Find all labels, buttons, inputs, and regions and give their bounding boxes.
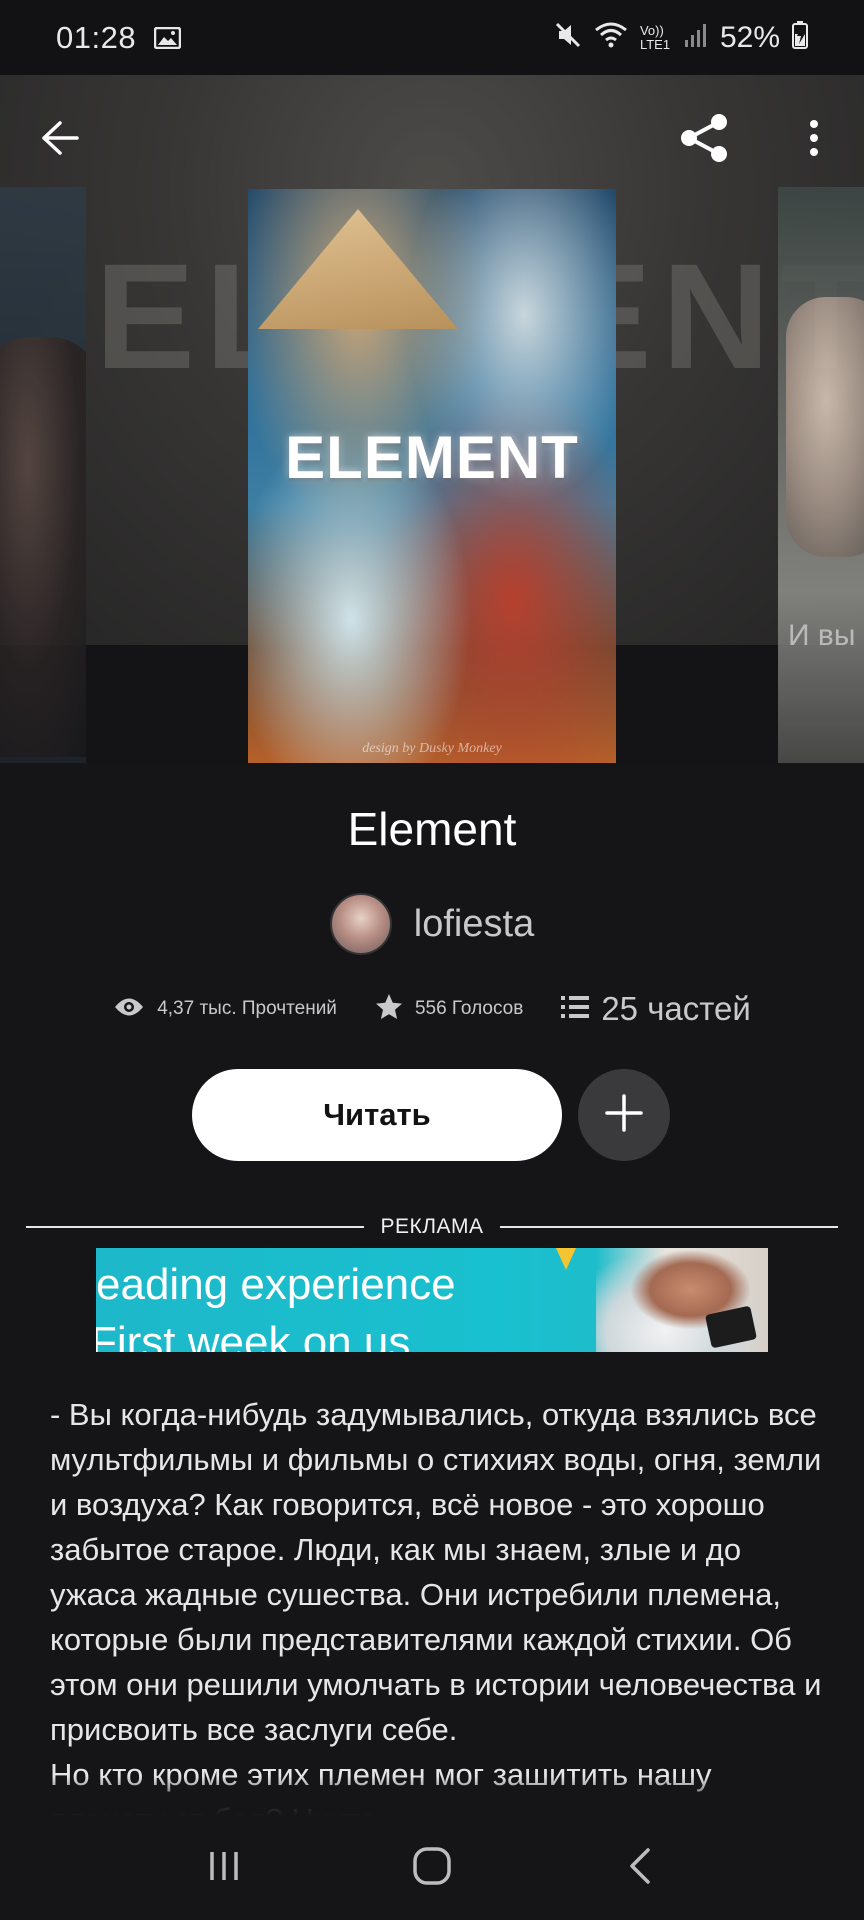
signal-icon — [684, 22, 708, 53]
share-icon — [677, 112, 731, 169]
share-button[interactable] — [674, 110, 734, 170]
story-description[interactable]: - Вы когда-нибудь задумывались, откуда в… — [50, 1392, 830, 1816]
description-fade — [50, 1776, 830, 1816]
parts-stat[interactable]: 25 частей — [561, 990, 751, 1028]
add-to-library-button[interactable] — [578, 1069, 670, 1161]
reads-stat: 4,37 тыс. Прочтений — [113, 996, 337, 1023]
eye-icon — [113, 996, 145, 1023]
parts-count[interactable]: 25 частей — [601, 990, 750, 1028]
recents-icon — [206, 1848, 242, 1889]
ad-banner[interactable]: eading experience First week on us. — [96, 1248, 768, 1352]
story-details-screen: 01:28 Vo)) LTE1 52% ELEMENT design by Du… — [0, 0, 864, 1920]
author-avatar[interactable] — [329, 893, 392, 955]
cover-title-text: ELEMENT — [285, 424, 579, 491]
ad-divider: РЕКЛАМА — [26, 1212, 839, 1242]
previous-story-cover[interactable] — [0, 187, 86, 763]
cover-credit-text: design by Dusky Monkey — [362, 741, 502, 756]
cover-carousel[interactable]: ELEMENT ELEMENT design by Dusky Monkey И… — [0, 75, 864, 763]
recents-button[interactable] — [184, 1828, 264, 1908]
votes-stat: 556 Голосов — [375, 993, 523, 1025]
cover-figure — [0, 337, 86, 757]
back-button[interactable] — [30, 110, 90, 170]
author-name[interactable]: lofiesta — [414, 903, 534, 946]
battery-percent: 52% — [719, 20, 780, 54]
description-paragraph: - Вы когда-нибудь задумывались, откуда в… — [50, 1397, 822, 1747]
wifi-icon — [594, 21, 628, 54]
ad-subline: First week on us. — [96, 1318, 423, 1352]
more-vertical-icon — [808, 118, 820, 163]
volte-lte-icon: Vo)) LTE1 — [639, 22, 671, 52]
story-stats: 4,37 тыс. Прочтений 556 Голосов 25 часте… — [0, 990, 864, 1028]
nav-back-button[interactable] — [600, 1828, 680, 1908]
battery-charging-icon — [792, 21, 808, 54]
divider-line — [26, 1226, 365, 1228]
status-time: 01:28 — [56, 19, 137, 55]
image-icon — [153, 26, 182, 49]
home-icon — [412, 1846, 452, 1891]
status-indicators: Vo)) LTE1 52% — [554, 21, 808, 55]
nav-back-icon — [626, 1846, 654, 1891]
more-options-button[interactable] — [784, 110, 844, 170]
mute-icon — [554, 21, 582, 54]
system-nav-bar — [0, 1816, 864, 1920]
ad-decoration — [556, 1248, 576, 1270]
cover-figure — [786, 297, 864, 557]
story-cover[interactable]: ELEMENT design by Dusky Monkey — [248, 189, 616, 763]
votes-count: 556 Голосов — [414, 998, 524, 1019]
home-button[interactable] — [392, 1828, 472, 1908]
next-story-cover[interactable]: И вы — [778, 187, 864, 763]
story-title: Element — [347, 803, 517, 855]
divider-line — [499, 1226, 839, 1228]
ad-label: РЕКЛАМА — [380, 1215, 484, 1238]
arrow-left-icon — [40, 120, 80, 161]
list-icon — [561, 995, 590, 1024]
cover-hat-shape — [258, 209, 458, 329]
next-cover-text: И вы — [788, 619, 856, 652]
reads-count: 4,37 тыс. Прочтений — [157, 998, 337, 1019]
star-icon — [375, 993, 403, 1025]
read-button[interactable]: Читать — [192, 1069, 562, 1161]
status-bar: 01:28 Vo)) LTE1 52% — [0, 0, 864, 75]
plus-icon — [605, 1093, 643, 1137]
author-row[interactable]: lofiesta — [0, 893, 864, 955]
ad-headline: eading experience — [96, 1260, 456, 1309]
